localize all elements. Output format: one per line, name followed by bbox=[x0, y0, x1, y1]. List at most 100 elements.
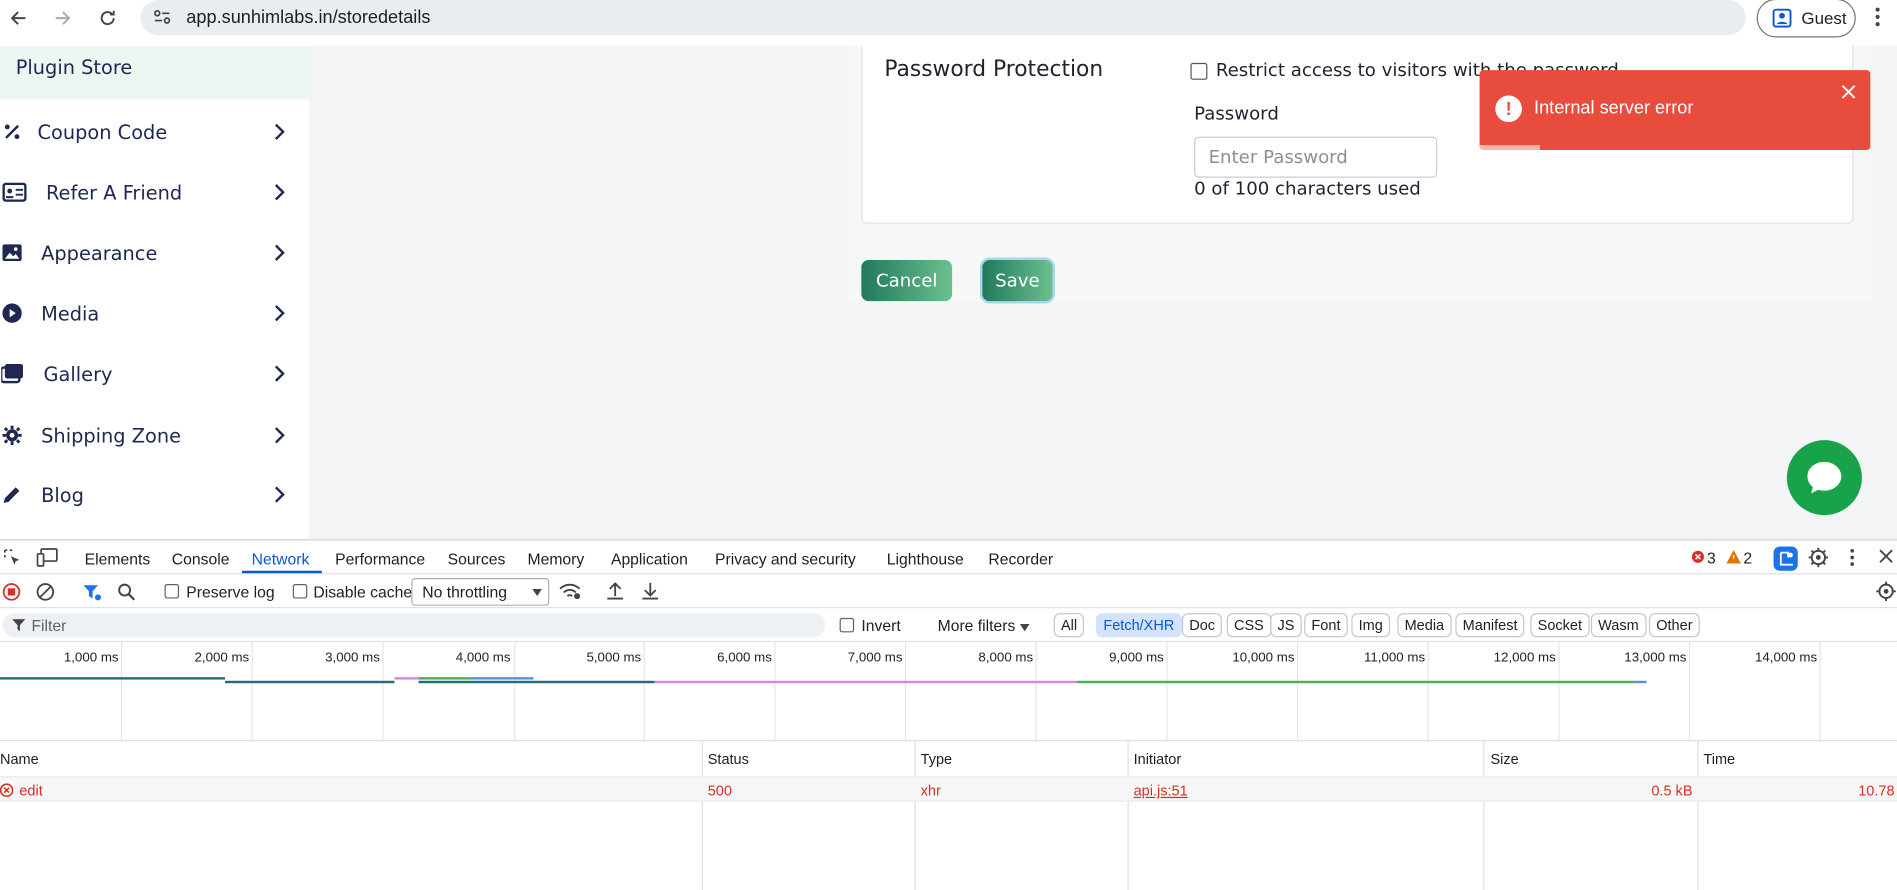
invert-checkbox[interactable] bbox=[839, 617, 855, 633]
network-timeline[interactable]: 1,000 ms 2,000 ms 3,000 ms 4,000 ms 5,00… bbox=[0, 642, 1897, 742]
sidebar-item-label: Gallery bbox=[43, 362, 113, 386]
clear-icon[interactable] bbox=[36, 583, 55, 601]
timeline-tick-label: 13,000 ms bbox=[1624, 650, 1687, 666]
sidebar-item-media[interactable]: Media bbox=[0, 289, 308, 337]
tab-memory[interactable]: Memory bbox=[527, 550, 584, 568]
filter-bar: Filter Invert More filters All Fetch/XHR… bbox=[0, 608, 1897, 643]
network-conditions-icon[interactable] bbox=[558, 582, 582, 601]
sidebar-item-gallery[interactable]: Gallery bbox=[0, 349, 308, 397]
table-row[interactable]: edit 500 xhr api.js:51 0.5 kB 10.78 bbox=[0, 776, 1897, 802]
type-filter-manifest[interactable]: Manifest bbox=[1455, 613, 1525, 638]
timeline-request-bar bbox=[418, 677, 472, 680]
timeline-gridline bbox=[774, 642, 776, 742]
type-filter-all[interactable]: All bbox=[1053, 613, 1085, 638]
back-button[interactable] bbox=[4, 4, 33, 33]
tab-network[interactable]: Network bbox=[252, 550, 310, 568]
column-header-time[interactable]: Time bbox=[1703, 751, 1735, 768]
error-toast: ! Internal server error bbox=[1479, 70, 1871, 150]
chevron-right-icon bbox=[274, 427, 285, 444]
save-button[interactable]: Save bbox=[982, 259, 1053, 302]
network-toolbar: Preserve log Disable cache No throttling bbox=[0, 574, 1897, 609]
timeline-gridline bbox=[904, 642, 907, 742]
profile-label: Guest bbox=[1801, 8, 1847, 28]
address-bar[interactable]: app.sunhimlabs.in/storedetails bbox=[140, 0, 1746, 36]
tab-performance[interactable]: Performance bbox=[335, 550, 425, 568]
type-filter-fetch-xhr[interactable]: Fetch/XHR bbox=[1096, 613, 1182, 638]
id-card-icon bbox=[1, 181, 28, 203]
restrict-access-checkbox[interactable] bbox=[1190, 62, 1208, 80]
device-toolbar-icon[interactable] bbox=[36, 548, 58, 567]
type-filter-css[interactable]: CSS bbox=[1226, 613, 1272, 638]
tab-sources[interactable]: Sources bbox=[448, 550, 506, 568]
password-label: Password bbox=[1194, 102, 1279, 125]
filter-input[interactable]: Filter bbox=[2, 613, 826, 638]
type-filter-doc[interactable]: Doc bbox=[1181, 613, 1223, 638]
tab-console[interactable]: Console bbox=[172, 550, 230, 568]
throttling-select[interactable]: No throttling bbox=[411, 577, 550, 606]
inspect-element-icon[interactable] bbox=[2, 548, 21, 567]
record-stop-icon[interactable] bbox=[2, 583, 21, 601]
error-count[interactable]: 3 bbox=[1707, 549, 1716, 567]
profile-icon bbox=[1772, 8, 1792, 28]
more-filters-button[interactable]: More filters bbox=[938, 617, 1030, 635]
throttling-value: No throttling bbox=[422, 582, 508, 601]
column-header-name[interactable]: Name bbox=[0, 751, 39, 768]
timeline-tick-label: 8,000 ms bbox=[978, 650, 1034, 666]
disable-cache-label: Disable cache bbox=[313, 582, 413, 601]
network-settings-gear-icon[interactable] bbox=[1875, 580, 1897, 602]
exclamation-icon: ! bbox=[1495, 95, 1522, 123]
sidebar-item-appearance[interactable]: Appearance bbox=[0, 229, 308, 277]
search-icon[interactable] bbox=[117, 583, 136, 601]
reload-icon bbox=[100, 10, 115, 26]
import-har-icon[interactable] bbox=[606, 582, 624, 601]
warning-count[interactable]: 2 bbox=[1743, 549, 1752, 567]
type-filter-socket[interactable]: Socket bbox=[1530, 613, 1590, 638]
type-filter-font[interactable]: Font bbox=[1304, 613, 1348, 638]
preserve-log-label: Preserve log bbox=[186, 582, 275, 601]
type-filter-wasm[interactable]: Wasm bbox=[1590, 613, 1647, 638]
tab-elements[interactable]: Elements bbox=[85, 550, 151, 568]
site-info-icon[interactable] bbox=[152, 7, 171, 26]
profile-button[interactable]: Guest bbox=[1756, 0, 1856, 38]
tab-recorder[interactable]: Recorder bbox=[988, 550, 1053, 568]
chat-widget-button[interactable] bbox=[1786, 440, 1862, 516]
type-filter-img[interactable]: Img bbox=[1351, 613, 1391, 638]
close-devtools-icon[interactable] bbox=[1879, 549, 1894, 564]
timeline-gridline bbox=[1558, 642, 1560, 742]
close-icon[interactable] bbox=[1841, 85, 1856, 100]
sidebar-item-label: Media bbox=[41, 301, 100, 325]
sidebar-item-refer-a-friend[interactable]: Refer A Friend bbox=[0, 168, 308, 216]
cancel-button[interactable]: Cancel bbox=[861, 259, 953, 302]
disable-cache-checkbox[interactable] bbox=[292, 584, 308, 599]
column-header-size[interactable]: Size bbox=[1490, 751, 1518, 768]
devtools-menu-icon[interactable] bbox=[1849, 548, 1856, 567]
chevron-right-icon bbox=[274, 365, 285, 382]
settings-gear-icon[interactable] bbox=[1807, 547, 1829, 569]
export-har-icon[interactable] bbox=[641, 582, 659, 601]
preserve-log-checkbox[interactable] bbox=[164, 584, 180, 599]
reload-button[interactable] bbox=[93, 4, 122, 33]
type-filter-media[interactable]: Media bbox=[1397, 613, 1452, 638]
tab-lighthouse[interactable]: Lighthouse bbox=[887, 550, 964, 568]
sidebar-item-blog[interactable]: Blog bbox=[0, 470, 308, 518]
timeline-tick-label: 6,000 ms bbox=[717, 650, 772, 666]
browser-menu-icon[interactable] bbox=[1874, 6, 1881, 28]
ai-assistance-button[interactable] bbox=[1773, 546, 1798, 571]
sidebar-item-shipping-zone[interactable]: Shipping Zone bbox=[0, 411, 308, 459]
column-header-status[interactable]: Status bbox=[708, 751, 749, 768]
forward-button[interactable] bbox=[48, 4, 77, 33]
request-status: 500 bbox=[707, 782, 732, 800]
password-input[interactable]: Enter Password bbox=[1194, 136, 1438, 178]
request-initiator-link[interactable]: api.js:51 bbox=[1134, 782, 1188, 799]
timeline-gridline bbox=[1296, 642, 1299, 742]
timeline-request-bar bbox=[1076, 680, 1635, 684]
column-header-type[interactable]: Type bbox=[921, 751, 952, 768]
type-filter-js[interactable]: JS bbox=[1270, 613, 1302, 638]
filter-funnel-icon[interactable] bbox=[82, 583, 102, 602]
type-filter-other[interactable]: Other bbox=[1648, 613, 1700, 638]
sidebar-item-coupon-code[interactable]: Coupon Code bbox=[0, 108, 308, 156]
timeline-gridline bbox=[1166, 642, 1168, 742]
tab-application[interactable]: Application bbox=[611, 550, 688, 568]
tab-privacy-and-security[interactable]: Privacy and security bbox=[715, 550, 856, 568]
column-header-initiator[interactable]: Initiator bbox=[1134, 751, 1182, 768]
